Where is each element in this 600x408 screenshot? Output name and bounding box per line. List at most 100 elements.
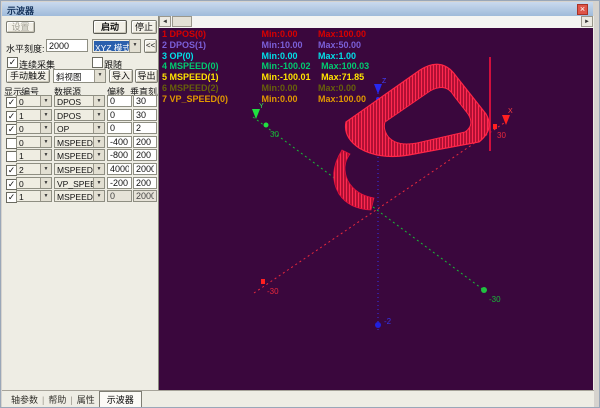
continuous-checkbox[interactable]: ✓ [7,57,18,68]
hscale-input[interactable] [46,39,88,52]
row-offset-input[interactable] [107,149,132,161]
legend-max-value: Max:100.00 [318,94,366,104]
close-icon[interactable]: × [577,4,588,15]
tab-1[interactable]: 轴参数 [7,392,42,407]
row-vscale-input[interactable] [133,122,157,134]
row-offset-input[interactable] [107,177,132,189]
row-axis-number-select[interactable]: 0 ▼ [16,122,52,134]
row-offset-input[interactable] [107,122,132,134]
chevron-down-icon[interactable]: ▼ [40,137,51,147]
row-source-select[interactable]: MSPEED ▼ [54,163,105,175]
legend-channel-label: 1 DPOS(0) [162,29,259,40]
row-source-select[interactable]: MSPEED ▼ [54,136,105,148]
row-vscale-input[interactable] [133,95,157,107]
tab-3[interactable]: 属性 [73,392,99,407]
legend-max-value: Max:100.03 [321,61,369,71]
row-axis-number-select[interactable]: 1 ▼ [16,109,52,121]
legend-row: 5 MSPEED(1) Min:-100.01 Max:71.85 [162,72,369,83]
chevron-down-icon[interactable]: ▼ [40,96,51,106]
chevron-down-icon[interactable]: ▼ [93,137,104,147]
legend-max-value: Max:71.85 [321,72,364,82]
row-axis-number-select[interactable]: 1 ▼ [16,149,52,161]
row-axis-number-select[interactable]: 2 ▼ [16,163,52,175]
chevron-down-icon[interactable]: ▼ [93,191,104,201]
export-button[interactable]: 导出 [135,69,158,83]
chevron-down-icon[interactable]: ▼ [40,191,51,201]
row-vscale-input[interactable] [133,136,157,148]
manual-trigger-button[interactable]: 手动触发 [6,69,50,83]
row-source-select[interactable]: DPOS ▼ [54,95,105,107]
row-offset-input[interactable] [107,163,132,175]
plot-region: ◄ ► X [159,16,593,390]
chevron-down-icon[interactable]: ▼ [129,40,140,52]
chevron-down-icon[interactable]: ▼ [93,164,104,174]
legend-row: 1 DPOS(0) Min:0.00 Max:100.00 [162,29,369,40]
row-offset-input[interactable] [107,109,132,121]
chevron-down-icon[interactable]: ▼ [94,70,105,82]
tab-2[interactable]: 帮助 [44,392,70,407]
start-button[interactable]: 启动 [93,20,127,34]
collapse-button[interactable]: << [144,39,157,53]
row-source-select[interactable]: VP_SPEED ▼ [54,177,105,189]
legend-channel-label: 2 DPOS(1) [162,40,259,51]
legend-min-value: Min:0.00 [262,29,308,40]
row-vscale-input[interactable] [133,163,157,175]
scroll-right-icon[interactable]: ► [581,16,593,27]
legend-channel-label: 5 MSPEED(1) [162,72,259,83]
import-button[interactable]: 导入 [109,69,133,83]
row-axis-number-select[interactable]: 0 ▼ [16,136,52,148]
chevron-down-icon[interactable]: ▼ [40,150,51,160]
z-neg-tick: -2 [384,317,392,326]
legend-max-value: Max:100.00 [318,29,366,39]
svg-text:Z: Z [382,78,387,85]
chevron-down-icon[interactable]: ▼ [93,150,104,160]
chevron-down-icon[interactable]: ▼ [93,123,104,133]
x-neg-tick: -30 [267,287,279,296]
chevron-down-icon[interactable]: ▼ [40,110,51,120]
legend-row: 7 VP_SPEED(0) Min:0.00 Max:100.00 [162,94,369,105]
table-row: ✓ 0 ▼ VP_SPEED ▼ [2,177,158,191]
follow-checkbox[interactable] [92,57,103,68]
chevron-down-icon[interactable]: ▼ [93,110,104,120]
plot-canvas[interactable]: X 30 -30 Y 30 -30 [159,28,593,390]
row-vscale-input[interactable] [133,177,157,189]
legend-min-value: Min:0.00 [262,51,308,62]
mode-select[interactable]: XYZ 模式 ▼ [92,39,141,53]
table-row: ✓ 1 ▼ MSPEED ▼ [2,190,158,204]
row-source-select[interactable]: OP ▼ [54,122,105,134]
tab-4[interactable]: 示波器 [99,391,142,408]
y-neg-tick: -30 [489,295,501,304]
row-source-select[interactable]: MSPEED ▼ [54,149,105,161]
settings-button[interactable]: 设置 [6,21,35,33]
row-vscale-input[interactable] [133,149,157,161]
row-vscale-input[interactable] [133,109,157,121]
chevron-down-icon[interactable]: ▼ [93,178,104,188]
row-axis-number-select[interactable]: 1 ▼ [16,190,52,202]
chevron-down-icon[interactable]: ▼ [40,178,51,188]
x-pos-tick: 30 [497,131,506,140]
view-select[interactable]: 斜视图 ▼ [53,69,106,83]
row-offset-input[interactable] [107,95,132,107]
row-axis-number-select[interactable]: 0 ▼ [16,177,52,189]
legend-min-value: Min:-100.02 [262,61,311,72]
chevron-down-icon[interactable]: ▼ [93,96,104,106]
row-source-select[interactable]: DPOS ▼ [54,109,105,121]
legend-channel-label: 7 VP_SPEED(0) [162,94,259,105]
row-source-select[interactable]: MSPEED ▼ [54,190,105,202]
stop-button[interactable]: 停止 [131,20,157,34]
row-offset-input[interactable] [107,190,132,202]
chevron-down-icon[interactable]: ▼ [40,164,51,174]
title-bar: 示波器 × [2,2,593,17]
row-axis-number-select[interactable]: 0 ▼ [16,95,52,107]
row-vscale-input[interactable] [133,190,157,202]
row-offset-input[interactable] [107,136,132,148]
bottom-tab-bar: 轴参数|帮助|属性示波器 [2,390,594,408]
scrollbar-thumb[interactable] [172,16,192,27]
legend-channel-label: 4 MSPEED(0) [162,61,259,72]
scroll-left-icon[interactable]: ◄ [159,16,171,27]
oscilloscope-window: 示波器 × 设置 启动 停止 水平刻度: XYZ 模式 ▼ << ✓ 连续采集 … [0,0,600,408]
legend-channel-label: 6 MSPEED(2) [162,83,259,94]
chevron-down-icon[interactable]: ▼ [40,123,51,133]
legend-max-value: Max:50.00 [318,40,361,50]
table-row: ✓ 1 ▼ DPOS ▼ [2,109,158,123]
